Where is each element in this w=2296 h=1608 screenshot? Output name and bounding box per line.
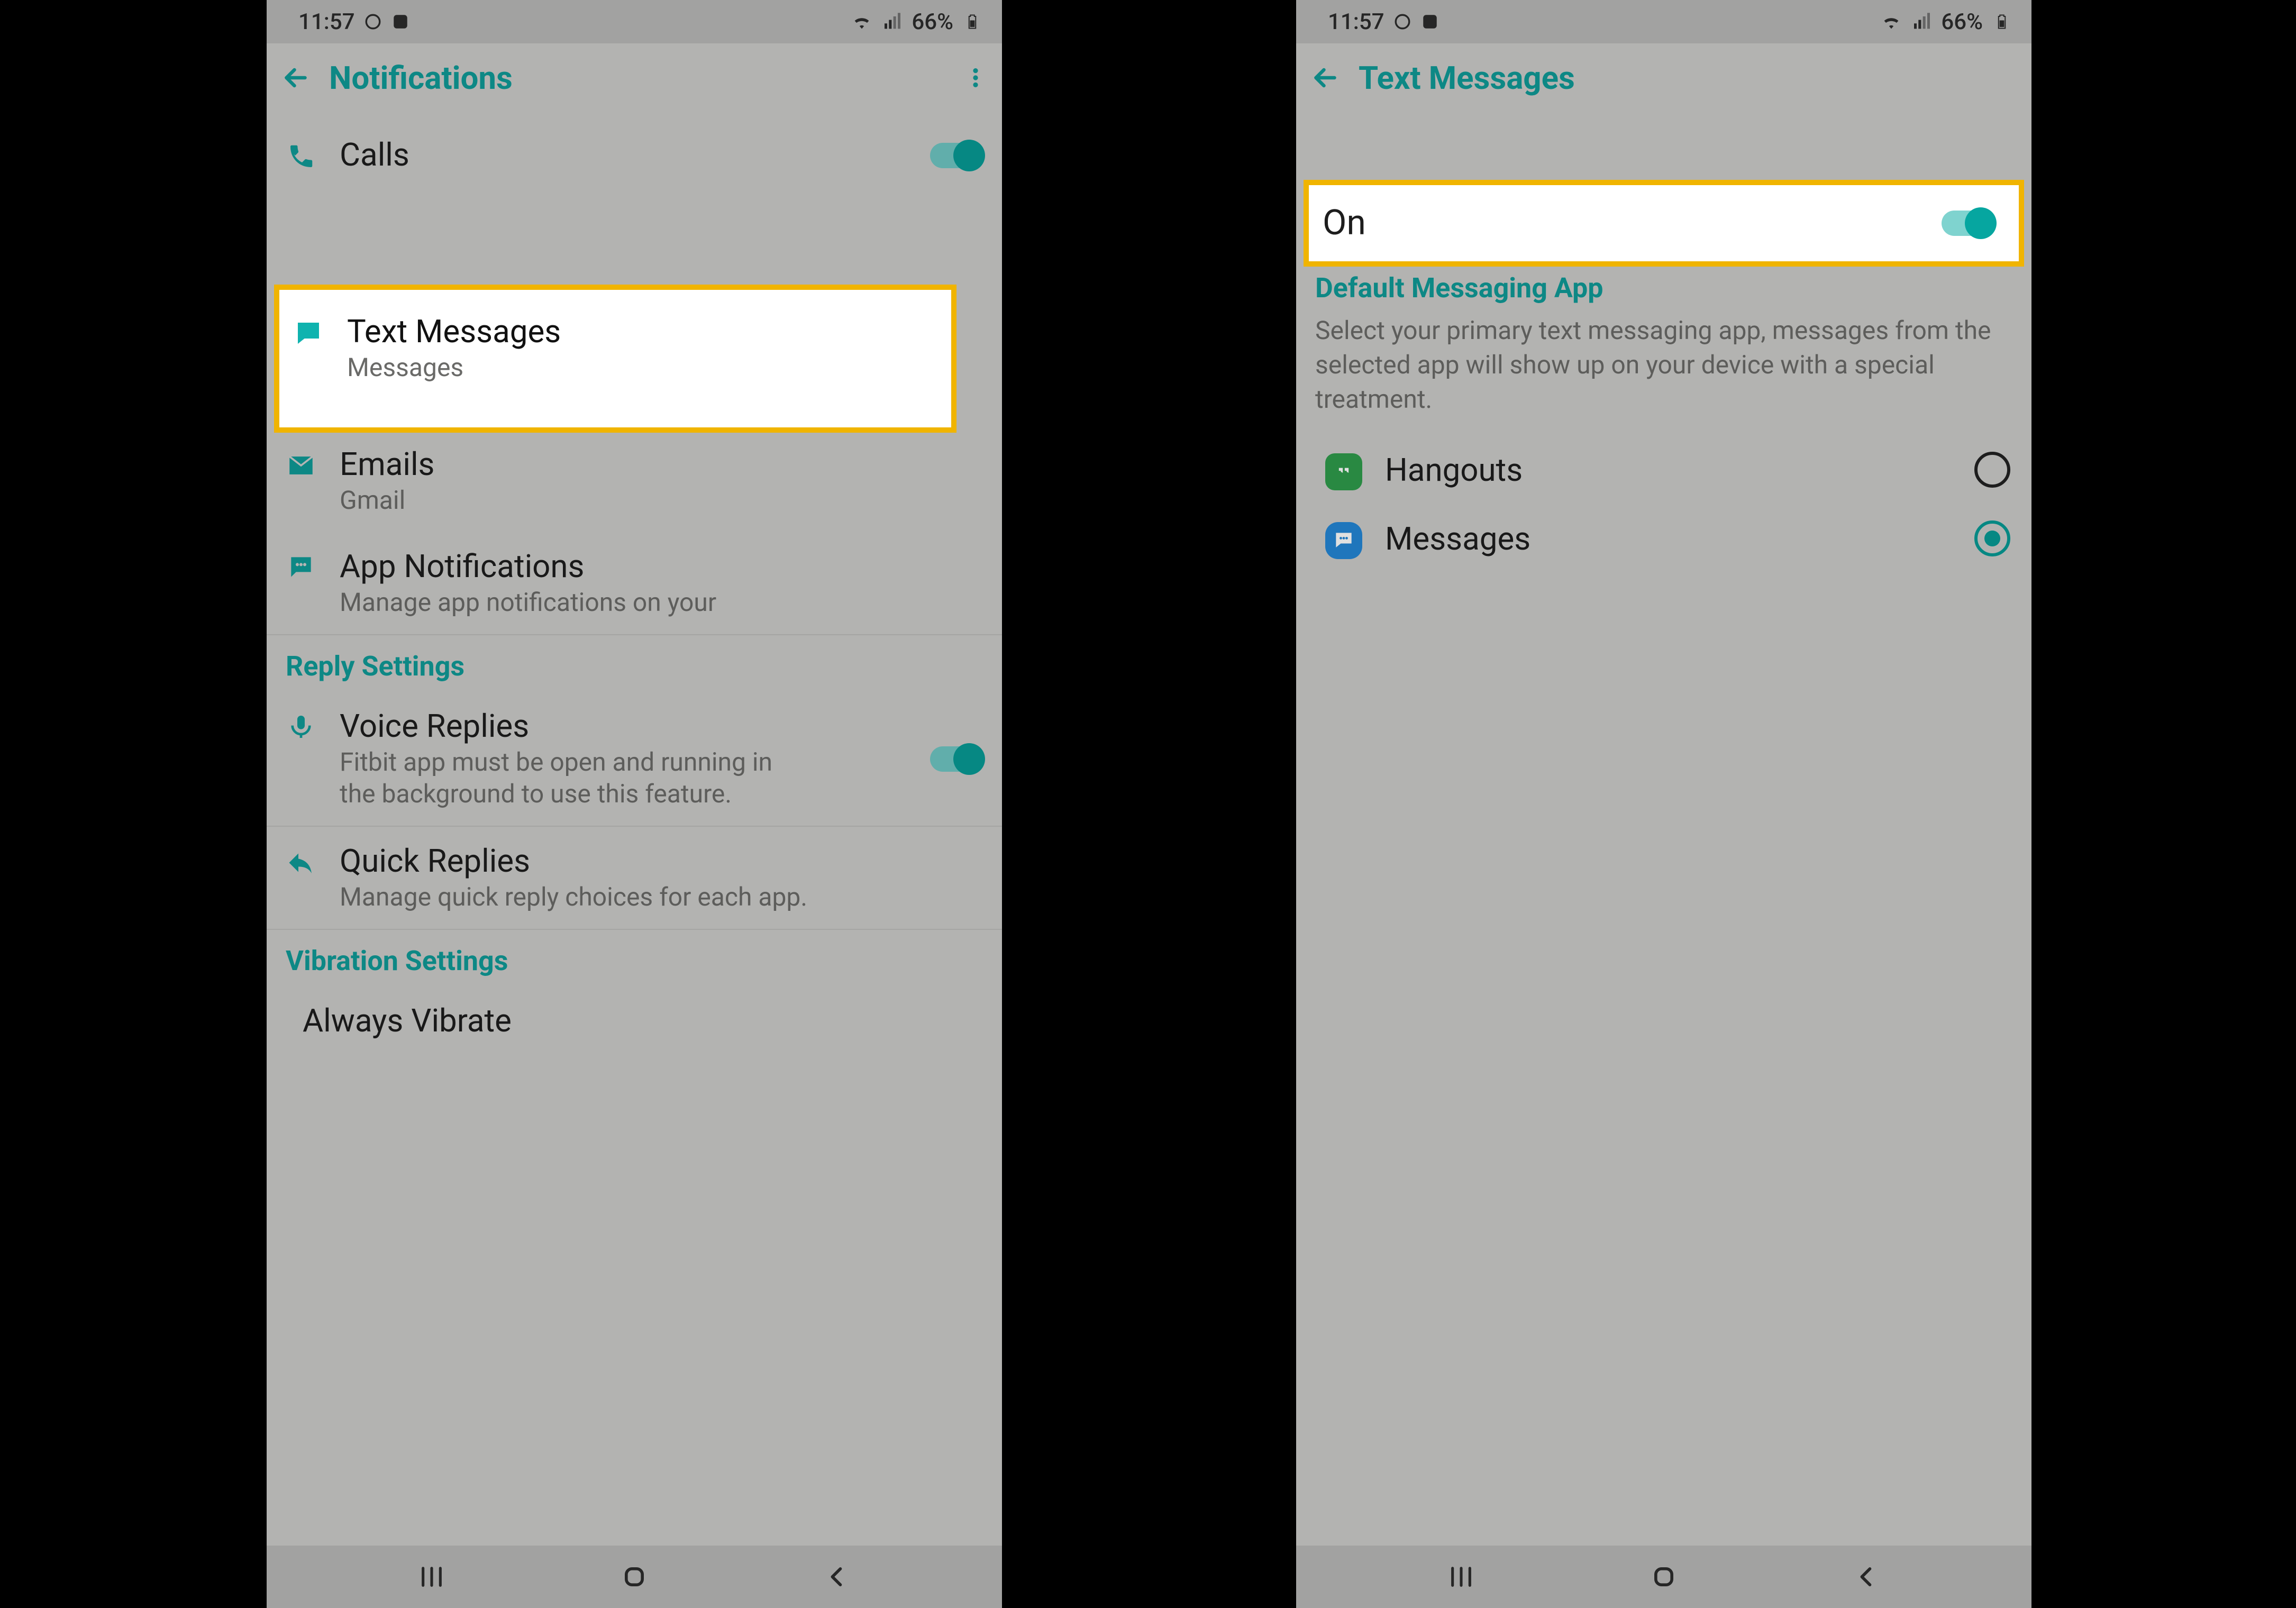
hangouts-radio[interactable] bbox=[1974, 452, 2010, 488]
nav-recents-button[interactable] bbox=[400, 1561, 463, 1593]
row-calls-title: Calls bbox=[340, 136, 899, 173]
nav-back-button[interactable] bbox=[1835, 1561, 1898, 1593]
status-time: 11:57 bbox=[298, 9, 355, 35]
row-always-vibrate-title: Always Vibrate bbox=[292, 1002, 983, 1039]
highlight-on-toggle: On bbox=[1304, 180, 2024, 267]
highlight-text-messages: Text Messages Messages bbox=[274, 285, 956, 433]
row-messages-label: Messages bbox=[1385, 520, 1927, 557]
on-label: On bbox=[1323, 203, 1911, 243]
row-voice-title: Voice Replies bbox=[340, 708, 899, 744]
nav-back-button[interactable] bbox=[805, 1561, 869, 1593]
ring-app-icon bbox=[1420, 12, 1439, 31]
row-texts-title: Text Messages bbox=[347, 313, 932, 350]
back-button[interactable] bbox=[277, 59, 314, 96]
voice-replies-toggle[interactable] bbox=[930, 746, 983, 772]
content: Default Messaging App Select your primar… bbox=[1296, 112, 2031, 1546]
nav-home-button[interactable] bbox=[603, 1561, 666, 1593]
wifi-icon bbox=[1880, 10, 1903, 33]
row-text-messages[interactable]: Text Messages Messages bbox=[279, 290, 951, 399]
row-quick-title: Quick Replies bbox=[340, 843, 983, 879]
app-bar: Notifications bbox=[267, 43, 1002, 112]
signal-icon bbox=[881, 10, 904, 33]
bixby-icon bbox=[363, 12, 382, 31]
overflow-menu-button[interactable] bbox=[960, 62, 991, 94]
back-button[interactable] bbox=[1307, 59, 1344, 96]
row-app-notifications[interactable]: App Notifications Manage app notificatio… bbox=[267, 532, 1002, 635]
row-voice-sub: Fitbit app must be open and running in t… bbox=[340, 746, 773, 810]
text-messages-toggle[interactable] bbox=[1942, 211, 1994, 236]
row-appnotif-title: App Notifications bbox=[340, 548, 983, 584]
row-calls[interactable]: Calls bbox=[267, 112, 1002, 190]
status-bar: 11:57 66% bbox=[1296, 0, 2031, 43]
chat-icon bbox=[293, 317, 324, 351]
bixby-icon bbox=[1393, 12, 1412, 31]
messages-radio[interactable] bbox=[1974, 520, 2010, 556]
default-messaging-description: Select your primary text messaging app, … bbox=[1296, 314, 2031, 435]
section-reply-settings: Reply Settings bbox=[267, 635, 1002, 692]
row-app-messages[interactable]: Messages bbox=[1296, 504, 2031, 573]
row-on-toggle[interactable]: On bbox=[1309, 185, 2019, 261]
reply-icon bbox=[285, 847, 317, 881]
phone-notifications-screen: 11:57 66% bbox=[267, 0, 1002, 1608]
row-texts-sub: Messages bbox=[347, 352, 932, 383]
row-emails-title: Emails bbox=[340, 446, 983, 482]
row-emails-sub: Gmail bbox=[340, 485, 983, 516]
status-bar: 11:57 66% bbox=[267, 0, 1002, 43]
row-quick-replies[interactable]: Quick Replies Manage quick reply choices… bbox=[267, 827, 1002, 930]
section-default-messaging-app: Default Messaging App bbox=[1296, 266, 2031, 314]
hangouts-app-icon bbox=[1325, 453, 1362, 490]
android-nav-bar bbox=[267, 1546, 1002, 1608]
row-hangouts-label: Hangouts bbox=[1385, 452, 1927, 488]
messages-app-icon bbox=[1325, 522, 1362, 559]
page-title: Text Messages bbox=[1359, 59, 1575, 97]
android-nav-bar bbox=[1296, 1546, 2031, 1608]
row-always-vibrate[interactable]: Always Vibrate bbox=[267, 986, 1002, 1039]
calls-toggle[interactable] bbox=[930, 143, 983, 168]
row-voice-replies[interactable]: Voice Replies Fitbit app must be open an… bbox=[267, 692, 1002, 827]
phone-text-messages-screen: 11:57 66% bbox=[1296, 0, 2031, 1608]
email-icon bbox=[286, 450, 316, 483]
status-battery-pct: 66% bbox=[912, 9, 953, 35]
nav-recents-button[interactable] bbox=[1429, 1561, 1493, 1593]
status-time: 11:57 bbox=[1328, 9, 1384, 35]
page-title: Notifications bbox=[329, 59, 513, 97]
battery-icon bbox=[1990, 10, 2013, 33]
app-bar: Text Messages bbox=[1296, 43, 2031, 112]
phone-icon bbox=[285, 141, 317, 175]
microphone-icon bbox=[286, 712, 316, 744]
row-emails[interactable]: Emails Gmail bbox=[267, 430, 1002, 532]
battery-icon bbox=[961, 10, 984, 33]
section-vibration-settings: Vibration Settings bbox=[267, 930, 1002, 986]
signal-icon bbox=[1910, 10, 1934, 33]
status-battery-pct: 66% bbox=[1941, 9, 1983, 35]
row-app-hangouts[interactable]: Hangouts bbox=[1296, 435, 2031, 504]
nav-home-button[interactable] bbox=[1632, 1561, 1696, 1593]
wifi-icon bbox=[850, 10, 873, 33]
row-appnotif-sub: Manage app notifications on your bbox=[340, 587, 983, 618]
ring-app-icon bbox=[391, 12, 410, 31]
app-notifications-icon bbox=[286, 552, 316, 584]
row-quick-sub: Manage quick reply choices for each app. bbox=[340, 881, 983, 913]
